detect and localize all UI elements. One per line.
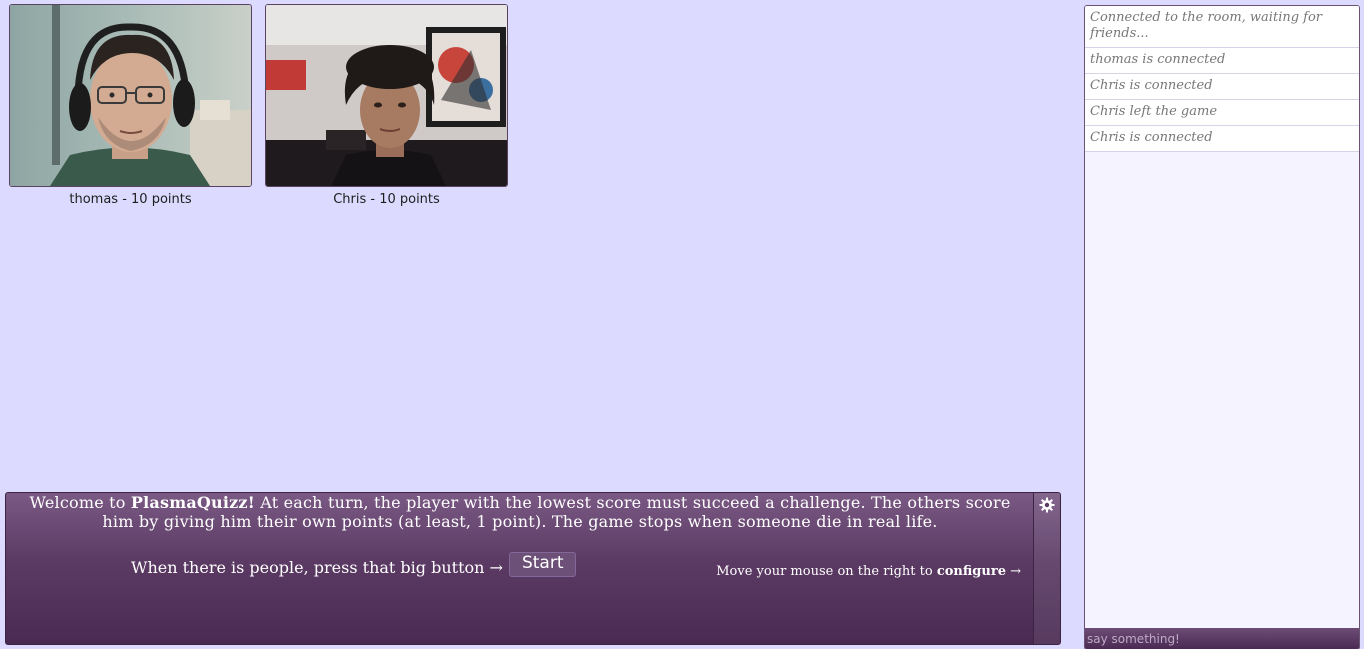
- chat-message: thomas is connected: [1085, 48, 1359, 74]
- configure-hint: Move your mouse on the right to configur…: [716, 564, 1021, 579]
- game-name: PlasmaQuizz!: [130, 493, 255, 512]
- chat-log: Connected to the room, waiting for frien…: [1085, 6, 1359, 152]
- webcam-image-chris: [266, 5, 507, 186]
- chat-panel: Connected to the room, waiting for frien…: [1084, 5, 1360, 649]
- chat-input[interactable]: [1085, 628, 1359, 649]
- configure-arrow: →: [1005, 564, 1021, 579]
- app-root: thomas - 10 points Chris - 10 points Wel…: [0, 0, 1364, 649]
- chat-message: Connected to the room, waiting for frien…: [1085, 6, 1359, 48]
- start-button[interactable]: Start: [508, 552, 577, 577]
- player-video-thomas: [9, 4, 252, 187]
- configure-word: configure: [936, 564, 1006, 579]
- welcome-prefix: Welcome to: [29, 493, 131, 512]
- gear-icon[interactable]: [1039, 497, 1055, 513]
- settings-sidebar[interactable]: [1033, 493, 1060, 644]
- game-panel: Welcome to PlasmaQuizz! At each turn, th…: [5, 492, 1061, 645]
- welcome-message: Welcome to PlasmaQuizz! At each turn, th…: [14, 493, 1026, 531]
- chat-message: Chris is connected: [1085, 126, 1359, 152]
- game-panel-main: Welcome to PlasmaQuizz! At each turn, th…: [6, 493, 1033, 644]
- start-prompt: When there is people, press that big but…: [131, 558, 503, 577]
- player-score-thomas: thomas - 10 points: [69, 192, 192, 207]
- start-row: When there is people, press that big but…: [131, 552, 577, 580]
- player-tile-thomas: thomas - 10 points: [9, 4, 252, 207]
- player-tile-chris: Chris - 10 points: [265, 4, 508, 207]
- webcam-image-thomas: [10, 5, 251, 186]
- player-video-chris: [265, 4, 508, 187]
- chat-input-bar: [1085, 628, 1359, 649]
- chat-message: Chris left the game: [1085, 100, 1359, 126]
- player-score-chris: Chris - 10 points: [333, 192, 440, 207]
- chat-message: Chris is connected: [1085, 74, 1359, 100]
- configure-hint-prefix: Move your mouse on the right to: [716, 564, 937, 579]
